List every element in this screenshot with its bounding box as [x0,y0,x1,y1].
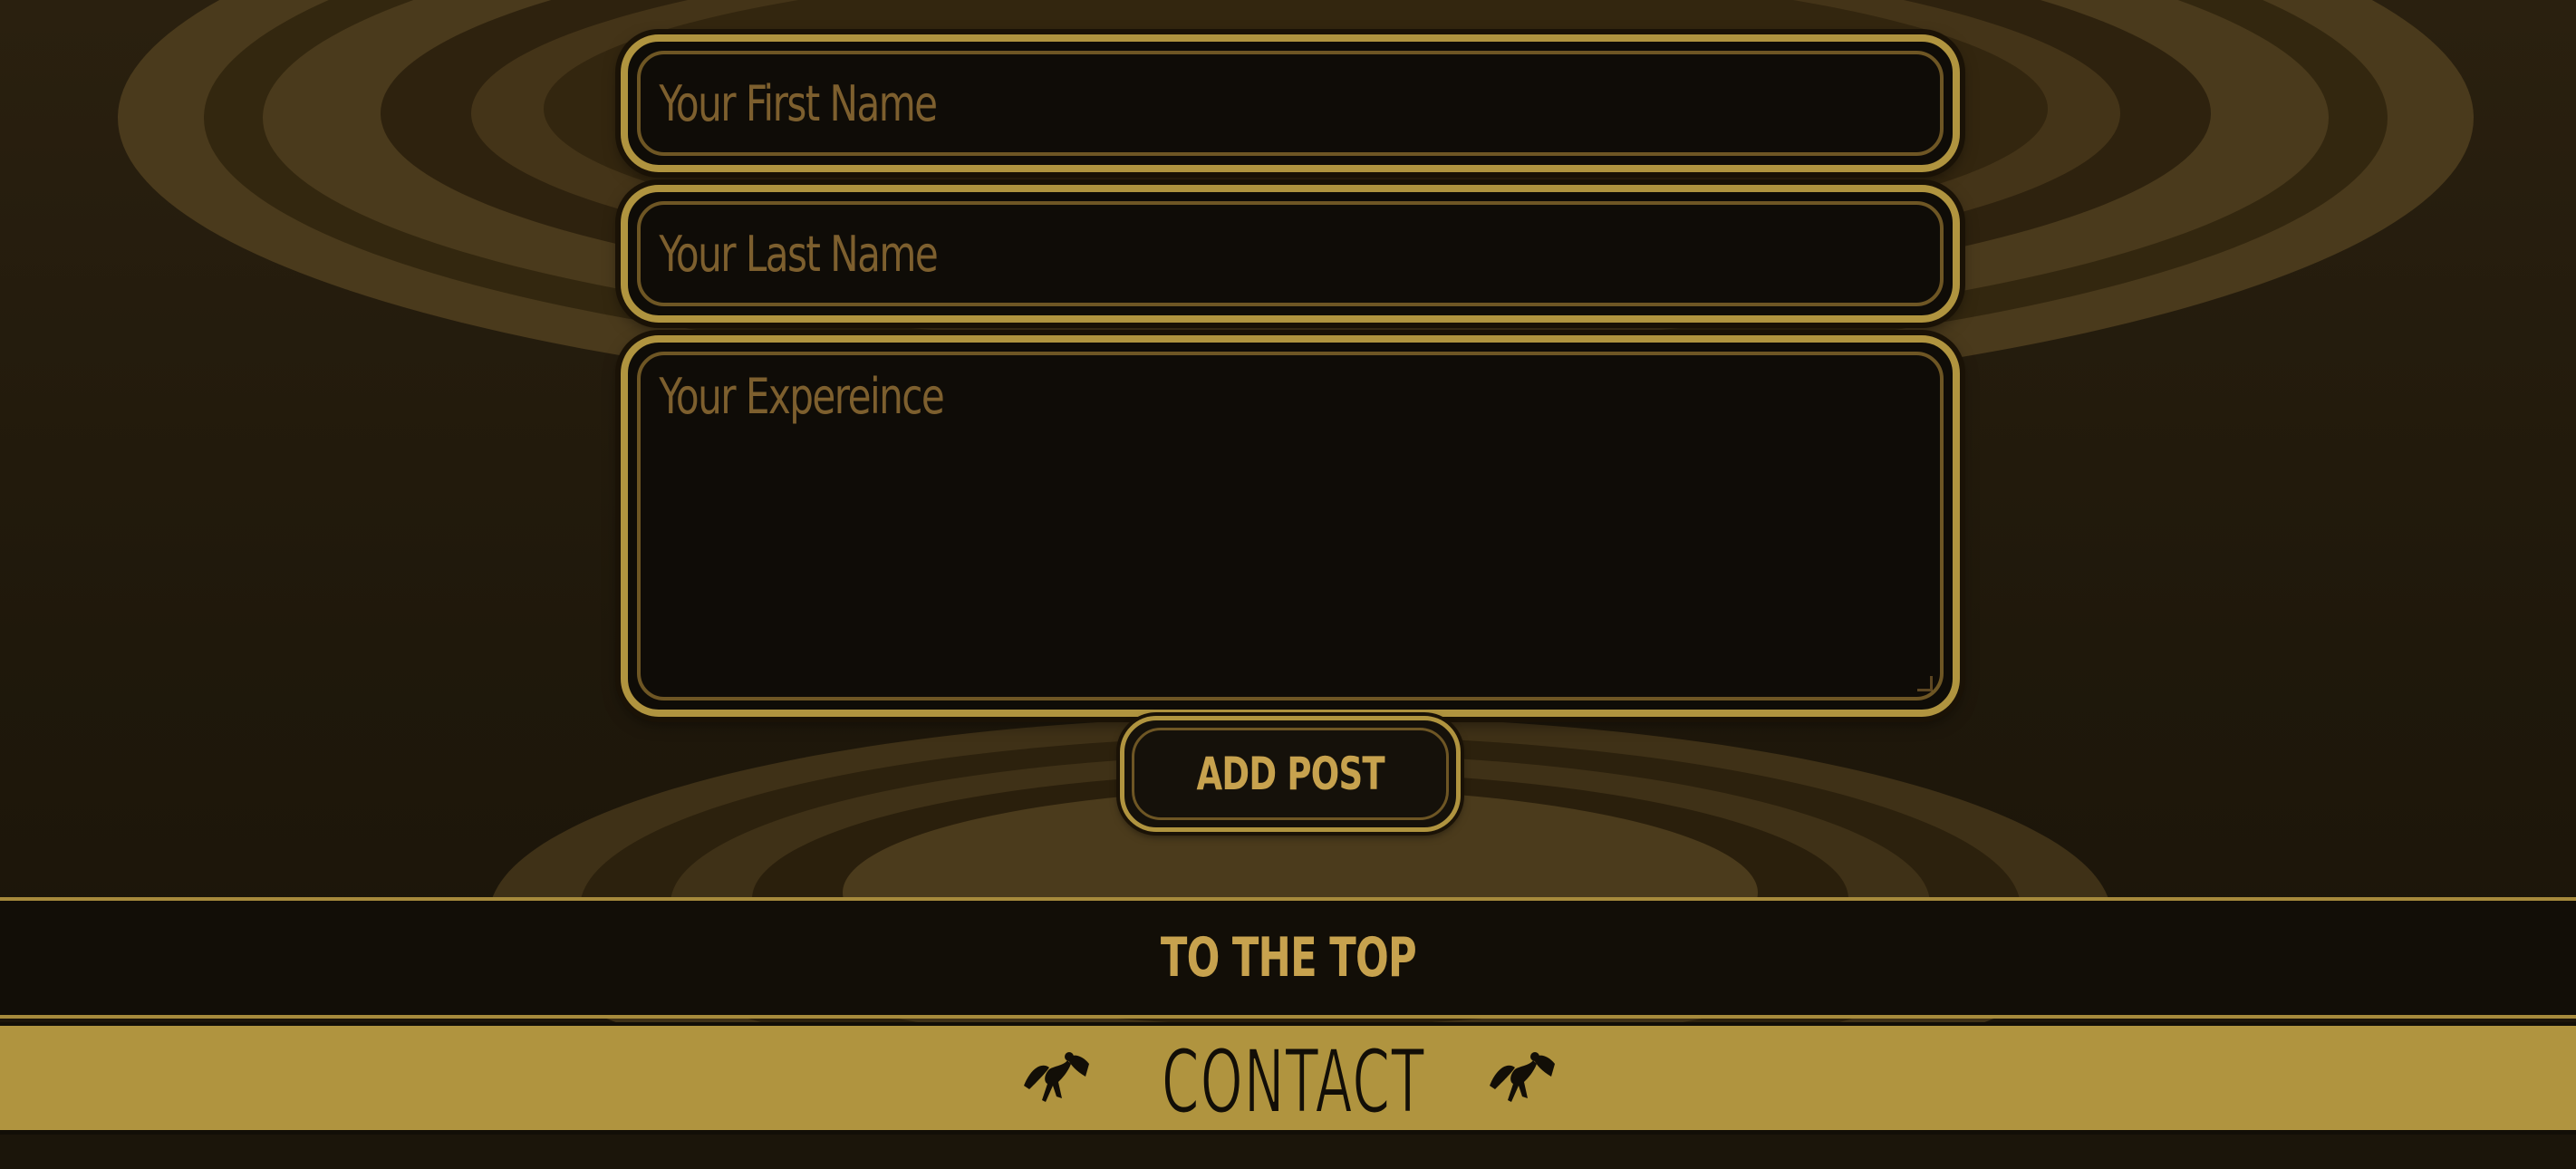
post-form [621,34,1960,729]
experience-textarea[interactable] [628,343,1951,705]
experience-field [621,335,1960,717]
add-post-label: ADD POST [1196,748,1384,800]
last-name-input[interactable] [628,192,1951,315]
first-name-input[interactable] [628,42,1951,165]
bottom-strip [0,1135,2576,1169]
add-post-button[interactable]: ADD POST [1120,716,1461,832]
contact-bar: CONTACT [0,1022,2576,1135]
first-name-field [621,34,1960,172]
resize-handle-icon[interactable] [1917,676,1933,691]
last-name-field [621,185,1960,323]
winged-figure-icon [1490,1052,1555,1102]
to-top-bar: TO THE TOP [0,897,2576,1019]
page: ADD POST TO THE TOP CONTACT [0,0,2576,1169]
winged-figure-icon [1024,1052,1089,1102]
to-top-link[interactable]: TO THE TOP [1160,926,1416,990]
contact-heading: CONTACT [1161,1031,1425,1133]
